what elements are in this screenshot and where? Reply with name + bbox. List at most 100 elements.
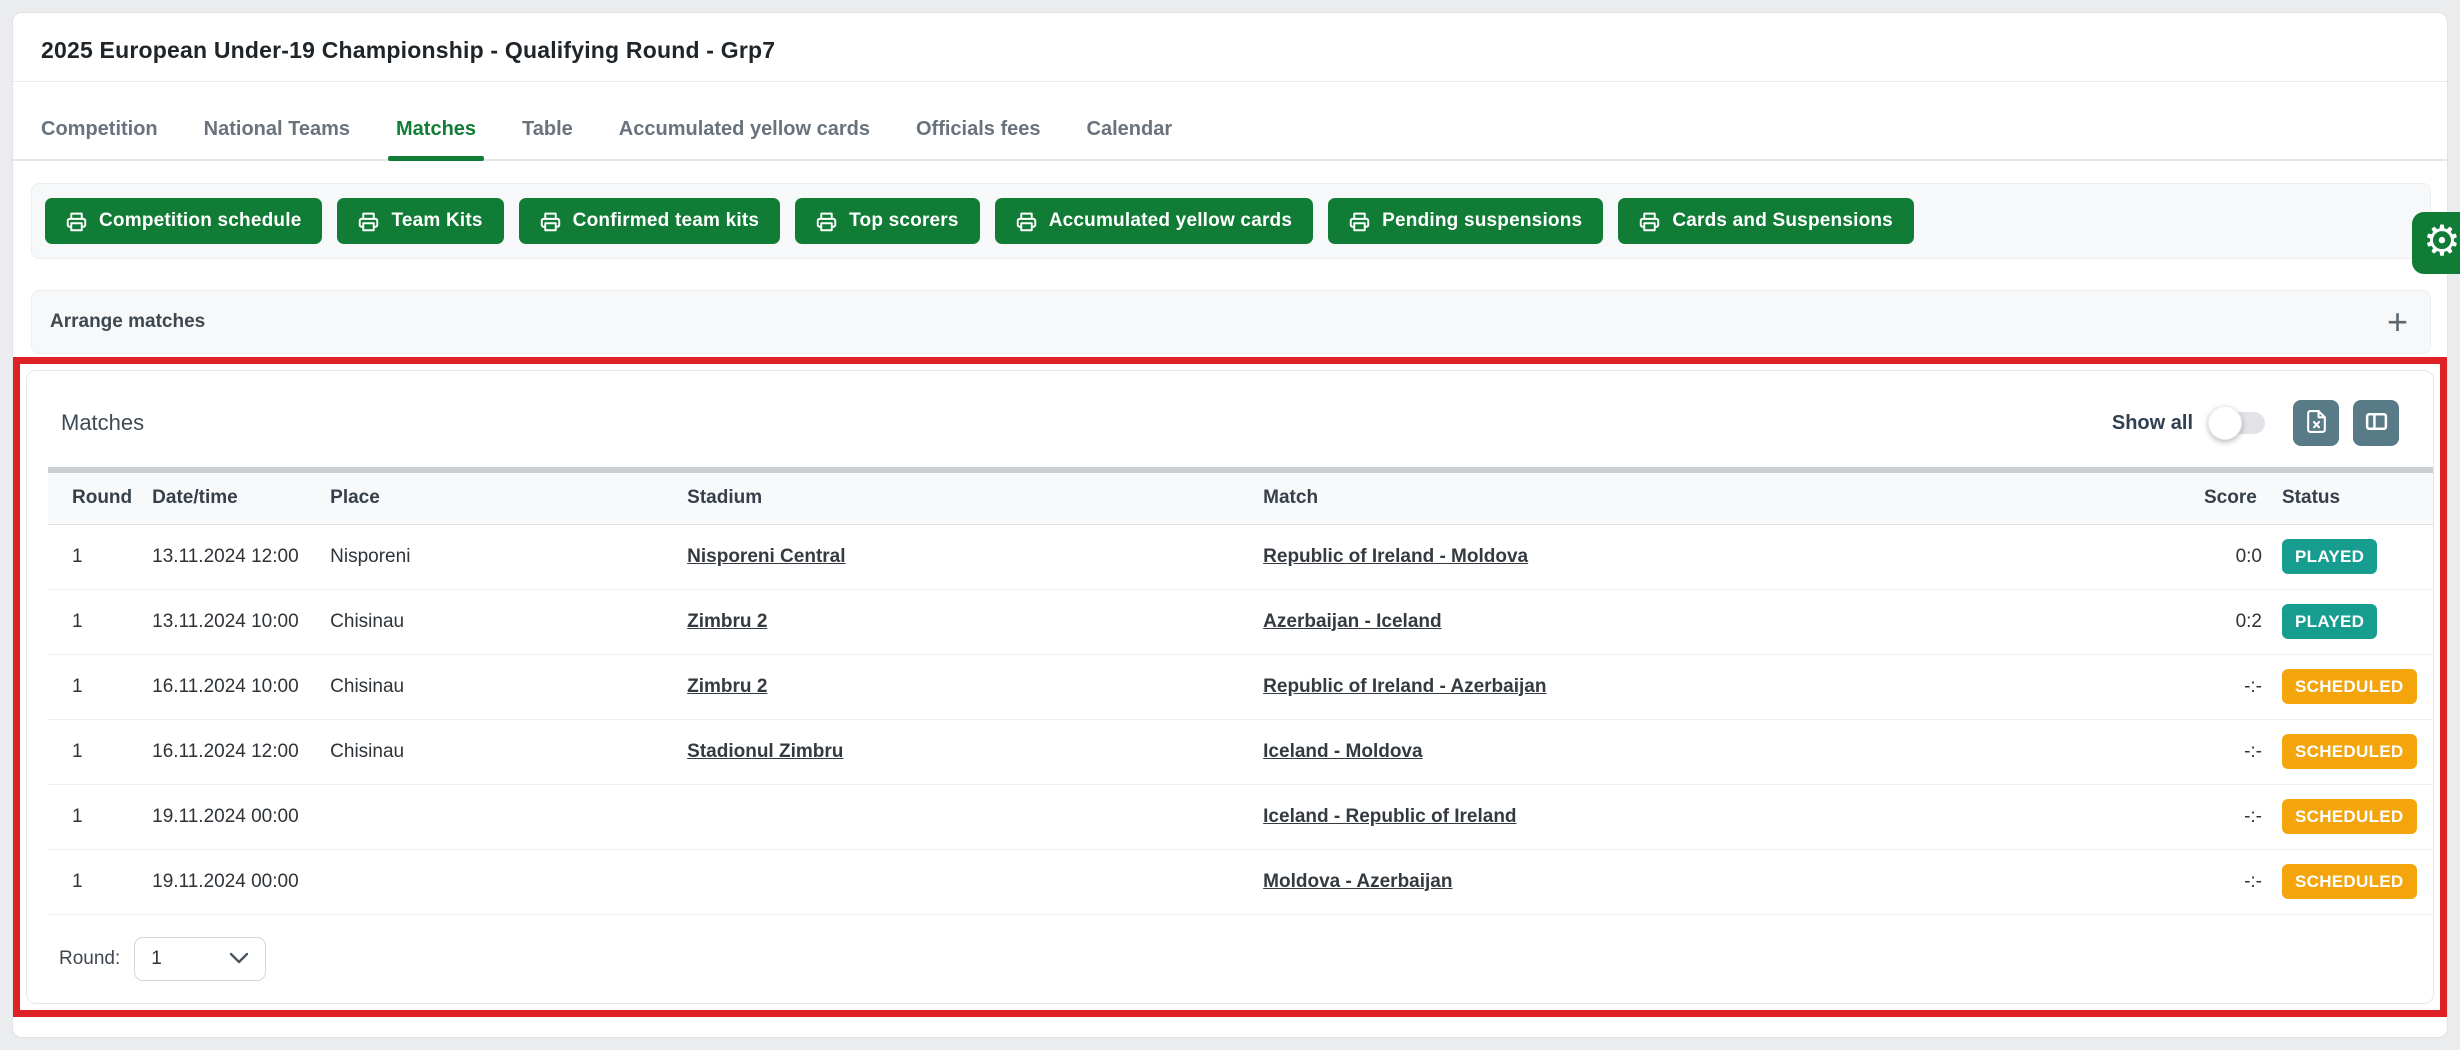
cards-and-suspensions-print-button[interactable]: Cards and Suspensions [1618,198,1914,244]
file-export-icon [2304,409,2329,437]
score-cell: -:- [2194,654,2272,719]
datetime-cell: 19.11.2024 00:00 [142,784,320,849]
round-select-value: 1 [151,948,162,970]
round-cell: 1 [48,589,142,654]
column-header-round: Round [48,470,142,524]
confirmed-team-kits-print-button[interactable]: Confirmed team kits [519,198,780,244]
printer-icon [358,211,379,232]
place-cell: Chisinau [320,654,677,719]
match-row: 1 16.11.2024 12:00 Chisinau Stadionul Zi… [48,719,2434,784]
export-excel-button[interactable] [2293,400,2339,446]
tab-matches[interactable]: Matches [396,100,476,159]
datetime-cell: 13.11.2024 12:00 [142,524,320,589]
printer-icon [540,211,561,232]
stadium-link[interactable]: Zimbru 2 [687,676,767,697]
settings-gear-button[interactable]: ⚙ [2412,212,2460,274]
tab-bar: Competition National Teams Matches Table… [13,99,2447,161]
round-cell: 1 [48,654,142,719]
datetime-cell: 19.11.2024 00:00 [142,849,320,914]
top-scorers-print-button[interactable]: Top scorers [795,198,980,244]
arrange-matches-section-header[interactable]: Arrange matches + [31,290,2431,354]
title-divider [13,81,2447,82]
place-cell: Nisporeni [320,524,677,589]
pending-suspensions-print-button[interactable]: Pending suspensions [1328,198,1603,244]
team-kits-print-button[interactable]: Team Kits [337,198,503,244]
round-cell: 1 [48,719,142,784]
column-header-stadium: Stadium [677,470,1253,524]
tab-national-teams[interactable]: National Teams [204,100,350,159]
gear-icon: ⚙ [2423,220,2460,262]
match-link[interactable]: Iceland - Moldova [1263,741,1422,762]
plus-icon[interactable]: + [2387,304,2408,340]
table-footer: Round: 1 [27,915,2433,981]
round-filter-label: Round: [59,948,120,970]
matches-panel-header: Matches Show all [27,371,2433,467]
main-card: 2025 European Under-19 Championship - Qu… [12,12,2448,1038]
datetime-cell: 13.11.2024 10:00 [142,589,320,654]
place-cell: Chisinau [320,589,677,654]
button-label: Confirmed team kits [573,210,759,232]
matches-panel: Matches Show all [26,370,2434,1004]
match-row: 1 19.11.2024 00:00 Moldova - Azerbaijan … [48,849,2434,914]
score-cell: -:- [2194,784,2272,849]
stadium-link[interactable]: Zimbru 2 [687,611,767,632]
status-badge: PLAYED [2282,539,2377,574]
tab-accumulated-yellow-cards[interactable]: Accumulated yellow cards [619,100,870,159]
match-row: 1 16.11.2024 10:00 Chisinau Zimbru 2 Rep… [48,654,2434,719]
chevron-down-icon [229,948,249,970]
place-cell: Chisinau [320,719,677,784]
printer-icon [816,211,837,232]
match-link[interactable]: Moldova - Azerbaijan [1263,871,1452,892]
columns-icon [2364,409,2389,437]
status-badge: PLAYED [2282,604,2377,639]
match-link[interactable]: Azerbaijan - Iceland [1263,611,1441,632]
button-label: Cards and Suspensions [1672,210,1893,232]
competition-schedule-print-button[interactable]: Competition schedule [45,198,322,244]
tab-competition[interactable]: Competition [41,100,158,159]
printer-icon [1639,211,1660,232]
show-all-toggle[interactable] [2211,412,2265,434]
printer-icon [1349,211,1370,232]
button-label: Competition schedule [99,210,301,232]
printer-icon [66,211,87,232]
matches-table: Round Date/time Place Stadium Match Scor… [48,467,2434,915]
status-badge: SCHEDULED [2282,734,2417,769]
match-row: 1 19.11.2024 00:00 Iceland - Republic of… [48,784,2434,849]
place-cell [320,784,677,849]
match-link[interactable]: Iceland - Republic of Ireland [1263,806,1516,827]
print-actions-bar: Competition schedule Team Kits Confirmed… [31,183,2431,259]
highlight-red-border: Matches Show all [13,357,2447,1017]
matches-panel-title: Matches [61,410,144,436]
status-badge: SCHEDULED [2282,799,2417,834]
tab-officials-fees[interactable]: Officials fees [916,100,1041,159]
score-cell: -:- [2194,719,2272,784]
match-row: 1 13.11.2024 10:00 Chisinau Zimbru 2 Aze… [48,589,2434,654]
button-label: Accumulated yellow cards [1049,210,1292,232]
place-cell [320,849,677,914]
button-label: Pending suspensions [1382,210,1582,232]
column-header-score: Score [2194,470,2272,524]
printer-icon [1016,211,1037,232]
match-link[interactable]: Republic of Ireland - Moldova [1263,546,1528,567]
round-select[interactable]: 1 [134,937,266,981]
tab-table[interactable]: Table [522,100,573,159]
stadium-link[interactable]: Nisporeni Central [687,546,845,567]
columns-settings-button[interactable] [2353,400,2399,446]
status-badge: SCHEDULED [2282,669,2417,704]
datetime-cell: 16.11.2024 12:00 [142,719,320,784]
match-link[interactable]: Republic of Ireland - Azerbaijan [1263,676,1546,697]
button-label: Top scorers [849,210,959,232]
column-header-datetime: Date/time [142,470,320,524]
show-all-label: Show all [2112,412,2193,435]
table-header-row: Round Date/time Place Stadium Match Scor… [48,470,2434,524]
round-cell: 1 [48,524,142,589]
stadium-link[interactable]: Stadionul Zimbru [687,741,843,762]
toggle-knob [2208,406,2242,440]
page-title: 2025 European Under-19 Championship - Qu… [41,37,775,64]
round-cell: 1 [48,849,142,914]
matches-panel-controls: Show all [2112,400,2399,446]
match-row: 1 13.11.2024 12:00 Nisporeni Nisporeni C… [48,524,2434,589]
status-badge: SCHEDULED [2282,864,2417,899]
accumulated-yellow-cards-print-button[interactable]: Accumulated yellow cards [995,198,1313,244]
tab-calendar[interactable]: Calendar [1087,100,1173,159]
